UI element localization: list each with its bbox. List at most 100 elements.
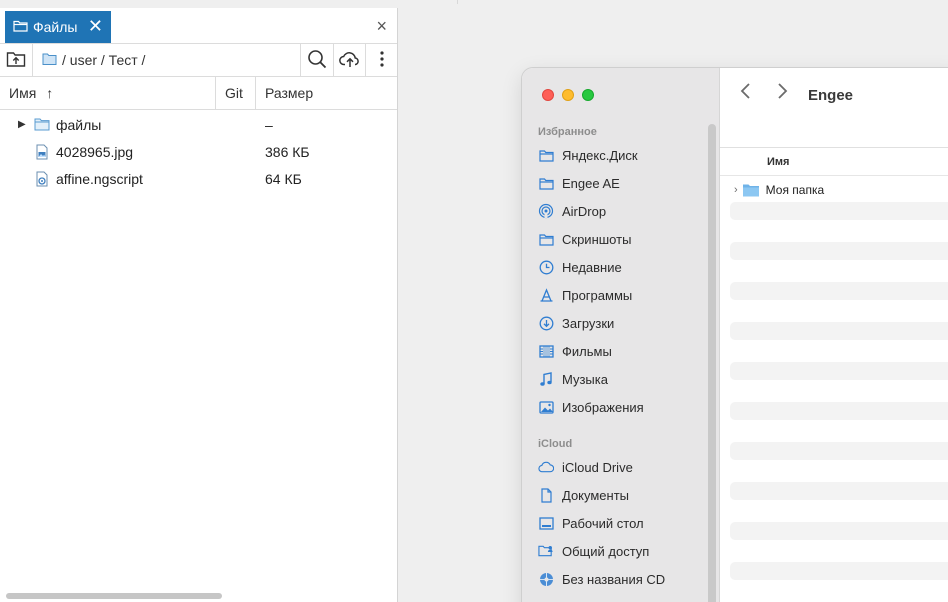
table-row[interactable]: ▶ файлы – xyxy=(0,111,397,138)
panel-close-icon[interactable]: × xyxy=(376,16,387,37)
close-window-button[interactable] xyxy=(542,89,554,101)
sidebar-item-untitled-cd[interactable]: Без названия CD xyxy=(538,565,714,593)
sidebar-item-music[interactable]: Музыка xyxy=(538,365,714,393)
column-header-git[interactable]: Git xyxy=(216,77,256,109)
column-header-name[interactable]: Имя ↑ xyxy=(0,77,216,109)
chevron-right-icon xyxy=(778,83,788,99)
tab-files[interactable]: Файлы ✕ xyxy=(5,11,111,43)
row-stripe xyxy=(730,482,948,500)
window-controls xyxy=(542,89,594,101)
file-size: 386 КБ xyxy=(265,143,310,160)
file-list: ▶ файлы – 4028965.jpg 386 КБ affine.ngsc… xyxy=(0,110,397,192)
minimize-window-button[interactable] xyxy=(562,89,574,101)
row-stripe xyxy=(730,242,948,260)
file-browser-toolbar: / user / Тест / xyxy=(0,44,397,77)
clock-icon xyxy=(538,259,554,275)
forward-button[interactable] xyxy=(776,82,788,106)
sidebar-section-favorites: Избранное xyxy=(538,126,597,138)
back-button[interactable] xyxy=(740,82,752,106)
sidebar-item-shared[interactable]: Общий доступ xyxy=(538,537,714,565)
more-options-button[interactable] xyxy=(365,44,397,76)
breadcrumb-path: / user / Тест / xyxy=(62,52,146,68)
document-icon xyxy=(538,487,554,503)
column-name-label: Имя xyxy=(9,85,37,101)
sidebar-item-movies[interactable]: Фильмы xyxy=(538,337,714,365)
sidebar-item-label: Изображения xyxy=(562,399,644,415)
folder-name: Моя папка xyxy=(765,183,825,197)
search-button[interactable] xyxy=(301,44,333,76)
column-header-size[interactable]: Размер xyxy=(256,77,397,109)
row-stripe xyxy=(730,362,948,380)
sidebar-item-desktop[interactable]: Рабочий стол xyxy=(538,509,714,537)
desktop-icon xyxy=(538,515,554,531)
download-icon xyxy=(538,315,554,331)
sidebar-item-label: iCloud Drive xyxy=(562,459,633,475)
folder-icon xyxy=(538,175,554,191)
row-stripe xyxy=(730,402,948,420)
tab-files-label: Файлы xyxy=(33,19,78,35)
cloud-upload-icon xyxy=(338,50,361,71)
sidebar-item-pictures[interactable]: Изображения xyxy=(538,393,714,421)
apps-icon xyxy=(538,287,554,303)
column-header-name[interactable]: Имя xyxy=(720,148,948,176)
airdrop-icon xyxy=(538,203,554,219)
finder-main: Engee Имя › Моя папка xyxy=(720,68,948,602)
shared-folder-icon xyxy=(538,543,554,559)
sidebar-item-label: Загрузки xyxy=(562,315,615,331)
folder-icon xyxy=(538,147,554,163)
window-title: Engee xyxy=(808,87,854,104)
file-name: файлы xyxy=(56,116,102,133)
sidebar-item-screenshots[interactable]: Скриншоты xyxy=(538,225,714,253)
horizontal-scrollbar[interactable] xyxy=(6,593,222,599)
folder-icon xyxy=(742,183,760,197)
chevron-left-icon xyxy=(740,83,750,99)
breadcrumb[interactable]: / user / Тест / xyxy=(33,44,301,76)
sidebar-item-label: Яндекс.Диск xyxy=(562,147,638,163)
photo-icon xyxy=(538,399,554,415)
sidebar-item-label: Фильмы xyxy=(562,343,612,359)
sidebar-item-downloads[interactable]: Загрузки xyxy=(538,309,714,337)
vertical-dots-icon xyxy=(379,50,384,70)
file-name: affine.ngscript xyxy=(56,170,143,187)
folder-icon xyxy=(538,231,554,247)
file-browser-panel: Файлы ✕ × / user / Тест / Имя ↑ Git Разм… xyxy=(0,8,398,602)
sidebar-item-icloud-drive[interactable]: iCloud Drive xyxy=(538,453,714,481)
sidebar-item-label: Музыка xyxy=(562,371,608,387)
icloud-list: iCloud Drive Документы Рабочий стол Общи… xyxy=(538,453,714,593)
sidebar-item-documents[interactable]: Документы xyxy=(538,481,714,509)
sidebar-item-label: Без названия CD xyxy=(562,571,666,587)
sidebar-item-engee-ae[interactable]: Engee AE xyxy=(538,169,714,197)
sidebar-item-label: AirDrop xyxy=(562,203,607,219)
column-name-label: Имя xyxy=(767,155,790,168)
tab-close-icon[interactable]: ✕ xyxy=(88,17,103,35)
list-item[interactable]: › Моя папка xyxy=(734,183,824,197)
sidebar-item-label: Скриншоты xyxy=(562,231,632,247)
file-size: – xyxy=(265,116,273,133)
sort-ascending-icon: ↑ xyxy=(46,85,54,101)
sidebar-scrollbar[interactable] xyxy=(708,124,716,602)
folder-icon xyxy=(34,117,50,133)
table-row[interactable]: 4028965.jpg 386 КБ xyxy=(0,138,397,165)
sidebar-item-label: Рабочий стол xyxy=(562,515,644,531)
finder-sidebar: Избранное Яндекс.Диск Engee AE AirDrop С… xyxy=(522,68,720,602)
sidebar-item-recents[interactable]: Недавние xyxy=(538,253,714,281)
finder-toolbar: Engee xyxy=(720,68,948,148)
sidebar-item-airdrop[interactable]: AirDrop xyxy=(538,197,714,225)
top-strip-divider xyxy=(398,0,458,4)
row-stripe xyxy=(730,282,948,300)
column-size-label: Размер xyxy=(265,85,314,101)
image-file-icon xyxy=(34,144,50,160)
row-stripe xyxy=(730,562,948,580)
table-row[interactable]: affine.ngscript 64 КБ xyxy=(0,165,397,192)
film-icon xyxy=(538,343,554,359)
zoom-window-button[interactable] xyxy=(582,89,594,101)
row-stripe xyxy=(730,322,948,340)
go-up-button[interactable] xyxy=(0,44,33,76)
sidebar-item-label: Engee AE xyxy=(562,175,620,191)
file-name: 4028965.jpg xyxy=(56,143,134,160)
chevron-right-icon[interactable]: › xyxy=(734,184,738,196)
expand-arrow-icon[interactable]: ▶ xyxy=(18,119,32,130)
sidebar-item-applications[interactable]: Программы xyxy=(538,281,714,309)
sidebar-item-yandex-disk[interactable]: Яндекс.Диск xyxy=(538,141,714,169)
upload-button[interactable] xyxy=(333,44,365,76)
